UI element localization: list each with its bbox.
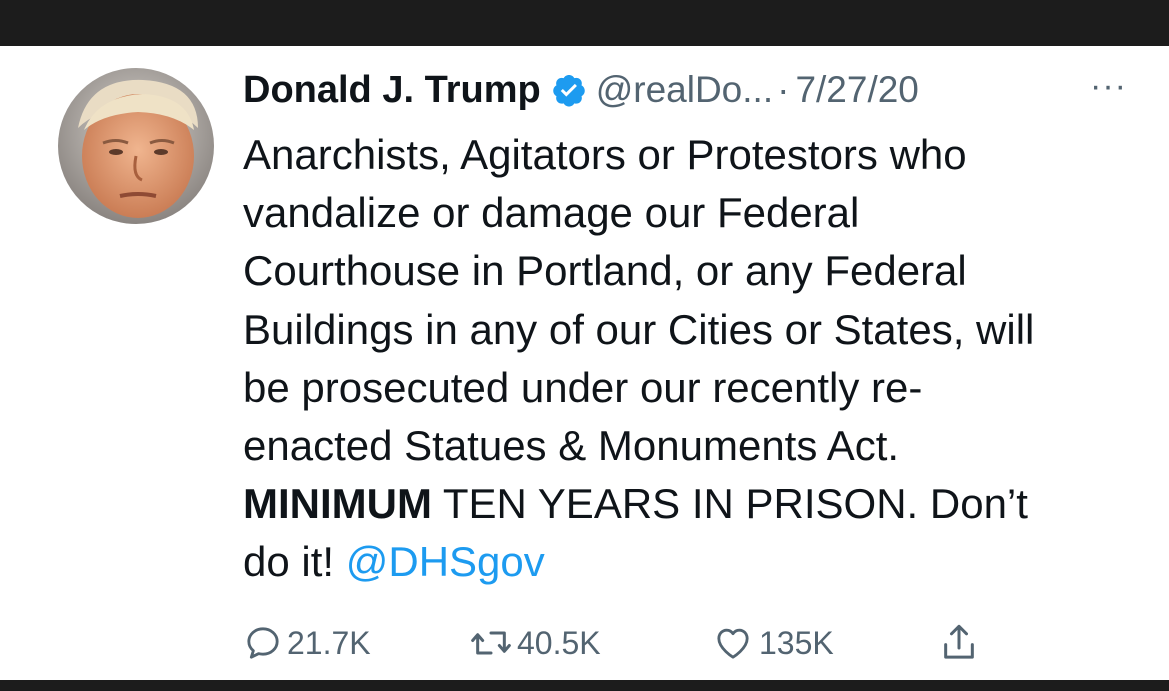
share-icon bbox=[944, 624, 974, 659]
reply-button[interactable]: 21.7K bbox=[243, 618, 371, 668]
retweet-icon bbox=[471, 631, 511, 655]
retweet-button[interactable]: 40.5K bbox=[469, 618, 601, 668]
share-button[interactable] bbox=[939, 618, 983, 668]
author-name[interactable]: Donald J. Trump bbox=[243, 69, 541, 112]
tweet-line: MINIMUM TEN YEARS IN PRISON. Don’t bbox=[243, 475, 1153, 533]
tweet-line: do it! @DHSgov bbox=[243, 533, 1153, 591]
verified-badge-icon bbox=[551, 72, 587, 108]
top-black-bar bbox=[0, 0, 1169, 46]
author-handle[interactable]: @realDo... bbox=[596, 69, 773, 111]
tweet-header: Donald J. Trump @realDo... · 7/27/20 bbox=[243, 64, 1143, 116]
like-count: 135K bbox=[759, 624, 834, 661]
mention-link[interactable]: @DHSgov bbox=[346, 538, 545, 585]
tweet-actions: 21.7K 40.5K 135K bbox=[243, 618, 1143, 668]
avatar-image bbox=[58, 68, 214, 224]
tweet-line: enacted Statues & Monuments Act. bbox=[243, 422, 900, 470]
bottom-black-bar bbox=[0, 680, 1169, 691]
emphasis-text: MINIMUM bbox=[243, 480, 432, 528]
tweet-card[interactable]: Donald J. Trump @realDo... · 7/27/20 ···… bbox=[0, 46, 1169, 680]
tweet-line-rest: TEN YEARS IN PRISON. Don’t bbox=[431, 480, 1028, 528]
like-button[interactable]: 135K bbox=[711, 618, 834, 668]
avatar[interactable] bbox=[58, 68, 214, 224]
separator-dot: · bbox=[777, 69, 790, 110]
tweet-line: be prosecuted under our recently re- bbox=[243, 363, 923, 411]
more-icon[interactable]: ··· bbox=[1090, 66, 1127, 106]
tweet-text: Anarchists, Agitators or Protestors who … bbox=[243, 126, 1153, 592]
like-icon bbox=[717, 628, 749, 659]
retweet-count: 40.5K bbox=[517, 624, 601, 661]
reply-icon bbox=[247, 627, 279, 659]
tweet-line: vandalize or damage our Federal bbox=[243, 189, 860, 237]
tweet-date[interactable]: 7/27/20 bbox=[795, 69, 918, 111]
tweet-line: Anarchists, Agitators or Protestors who bbox=[243, 131, 967, 178]
tweet-line-start: do it! bbox=[243, 538, 346, 586]
reply-count: 21.7K bbox=[287, 624, 371, 661]
tweet-line: Courthouse in Portland, or any Federal bbox=[243, 247, 967, 295]
tweet-line: Buildings in any of our Cities or States… bbox=[243, 305, 1035, 353]
